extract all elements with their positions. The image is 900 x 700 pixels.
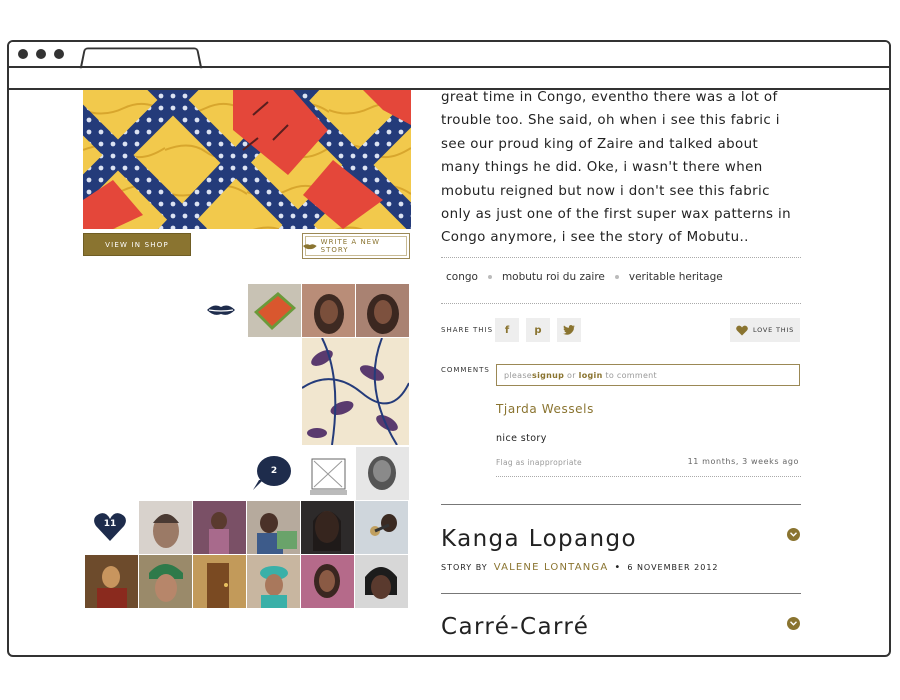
share-label: SHARE THIS [441, 326, 494, 334]
story-body: great time in Congo, eventho there was a… [441, 90, 809, 250]
expand-story-button[interactable] [787, 617, 800, 630]
book-thumbnail[interactable] [248, 284, 301, 337]
lips-icon [207, 305, 235, 315]
prompt-text: to comment [602, 370, 657, 380]
story-meta: STORY BY VALENE LONTANGA • 6 NOVEMBER 20… [441, 562, 719, 573]
divider [441, 303, 801, 304]
love-this-label: LOVE THIS [752, 326, 795, 334]
story-by-label: STORY BY [441, 563, 488, 572]
comment-author[interactable]: Tjarda Wessels [496, 402, 594, 416]
love-count: 11 [103, 519, 117, 529]
section-divider [441, 593, 801, 594]
story-title[interactable]: Kanga Lopango [441, 526, 637, 552]
tag-link[interactable]: congo [446, 271, 478, 283]
user-avatar[interactable] [193, 555, 246, 608]
story-author-link[interactable]: VALENE LONTANGA [494, 562, 609, 573]
story-line: see our proud king of Zaire and talked a… [441, 136, 759, 152]
user-avatar[interactable] [85, 555, 138, 608]
lips-icon [303, 243, 317, 249]
tag-list: congo mobutu roi du zaire veritable heri… [446, 271, 723, 283]
user-avatar[interactable] [247, 555, 300, 608]
love-count-badge: 11 [93, 511, 127, 543]
facebook-share-button[interactable]: f [495, 318, 519, 342]
prompt-text: or [564, 370, 579, 380]
chevron-down-icon [790, 621, 797, 626]
browser-window: VIEW IN SHOP WRITE A NEW STORY 2 11 grea… [7, 40, 891, 657]
story-line: Congo anymore, i see the story of Mobutu… [441, 230, 749, 246]
speech-bubble-tail-icon [253, 480, 263, 490]
comment-count: 2 [270, 466, 278, 476]
user-avatar[interactable] [193, 501, 246, 554]
heart-icon [736, 325, 748, 335]
write-new-story-button[interactable]: WRITE A NEW STORY [302, 233, 410, 259]
user-avatar[interactable] [355, 501, 408, 554]
write-new-story-label: WRITE A NEW STORY [320, 238, 381, 254]
pinterest-share-button[interactable]: p [526, 318, 550, 342]
story-date: 6 NOVEMBER 2012 [627, 563, 719, 572]
love-this-button[interactable]: LOVE THIS [730, 318, 800, 342]
browser-chrome [9, 42, 889, 90]
flag-inappropriate-link[interactable]: Flag as inappropriate [496, 458, 582, 467]
tag-separator [614, 275, 619, 279]
login-link[interactable]: login [579, 371, 603, 380]
tag-separator [487, 275, 492, 279]
comment-text: nice story [496, 433, 547, 444]
tab-bar-divider [9, 66, 889, 68]
user-avatar[interactable] [355, 555, 408, 608]
window-dot-icon[interactable] [36, 49, 46, 59]
view-in-shop-button[interactable]: VIEW IN SHOP [83, 233, 191, 256]
user-avatar[interactable] [301, 555, 354, 608]
chevron-down-icon [790, 532, 797, 537]
comment-login-prompt[interactable]: please signup or login to comment [496, 364, 800, 386]
comments-label: COMMENTS [441, 366, 490, 374]
window-dot-icon[interactable] [54, 49, 64, 59]
twitter-icon [563, 325, 575, 335]
story-line: many things he did. Oke, i wasn't there … [441, 160, 763, 176]
facebook-icon: f [504, 324, 510, 336]
story-line: trouble too. She said, oh when i see thi… [441, 113, 780, 129]
pinterest-icon: p [534, 324, 542, 336]
fabric-thumbnail[interactable] [302, 338, 409, 445]
tag-link[interactable]: mobutu roi du zaire [502, 271, 605, 283]
user-avatar[interactable] [139, 555, 192, 608]
story-line: great time in Congo, eventho there was a… [441, 90, 778, 105]
logo-thumbnail[interactable] [302, 447, 355, 500]
fabric-image [83, 90, 411, 229]
divider [496, 476, 801, 477]
page-viewport: VIEW IN SHOP WRITE A NEW STORY 2 11 grea… [9, 90, 889, 655]
story-line: mobutu reigned but now i don't see this … [441, 183, 770, 199]
tag-link[interactable]: veritable heritage [629, 271, 723, 283]
comment-timestamp: 11 months, 3 weeks ago [687, 457, 799, 466]
divider [441, 257, 801, 258]
meta-separator: • [614, 562, 622, 573]
section-divider [441, 504, 801, 505]
user-avatar[interactable] [139, 501, 192, 554]
story-title[interactable]: Carré-Carré [441, 614, 589, 640]
user-avatar[interactable] [356, 284, 409, 337]
expand-story-button[interactable] [787, 528, 800, 541]
user-avatar[interactable] [302, 284, 355, 337]
window-dot-icon[interactable] [18, 49, 28, 59]
prompt-text: please [504, 370, 533, 380]
user-avatar[interactable] [247, 501, 300, 554]
user-avatar[interactable] [356, 447, 409, 500]
signup-link[interactable]: signup [532, 371, 564, 380]
twitter-share-button[interactable] [557, 318, 581, 342]
story-line: only as just one of the first super wax … [441, 207, 792, 223]
user-avatar[interactable] [301, 501, 354, 554]
